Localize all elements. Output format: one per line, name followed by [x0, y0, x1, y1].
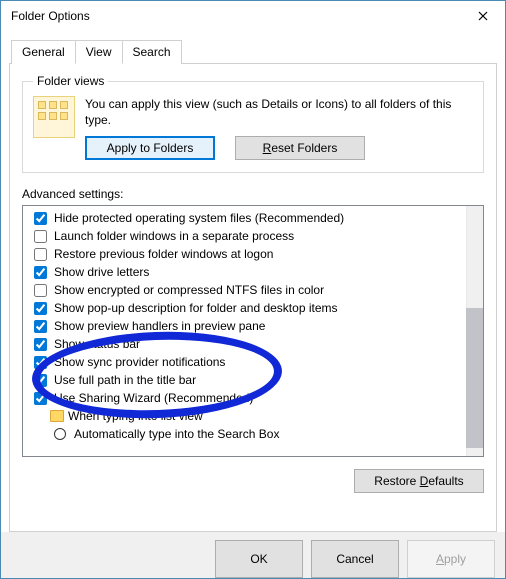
titlebar: Folder Options	[1, 1, 505, 31]
adv-checkbox-6[interactable]	[34, 320, 47, 333]
adv-item-5[interactable]: Show pop-up description for folder and d…	[34, 299, 482, 317]
adv-group-label: When typing into list view	[68, 409, 203, 423]
adv-label-6: Show preview handlers in preview pane	[54, 319, 265, 333]
tab-panel-view: Folder views You can apply this view (su…	[9, 63, 497, 532]
cancel-button[interactable]: Cancel	[311, 540, 399, 578]
apply-button[interactable]: Apply	[407, 540, 495, 578]
adv-label-4: Show encrypted or compressed NTFS files …	[54, 283, 324, 297]
adv-checkbox-7[interactable]	[34, 338, 47, 351]
adv-checkbox-10[interactable]	[34, 392, 47, 405]
adv-label-1: Launch folder windows in a separate proc…	[54, 229, 294, 243]
adv-checkbox-8[interactable]	[34, 356, 47, 369]
folder-views-legend: Folder views	[33, 74, 108, 88]
adv-checkbox-5[interactable]	[34, 302, 47, 315]
radio-icon[interactable]	[54, 428, 66, 440]
adv-radio-label: Automatically type into the Search Box	[74, 427, 279, 441]
tab-search[interactable]: Search	[122, 40, 182, 64]
adv-group-when-typing: When typing into list view	[34, 407, 482, 425]
adv-item-7[interactable]: Show status bar	[34, 335, 482, 353]
restore-defaults-button[interactable]: Restore Defaults	[354, 469, 484, 493]
adv-radio-row[interactable]: Automatically type into the Search Box	[34, 425, 482, 443]
reset-folders-button[interactable]: Reset Folders	[235, 136, 365, 160]
adv-item-6[interactable]: Show preview handlers in preview pane	[34, 317, 482, 335]
adv-label-5: Show pop-up description for folder and d…	[54, 301, 338, 315]
adv-checkbox-4[interactable]	[34, 284, 47, 297]
adv-label-2: Restore previous folder windows at logon	[54, 247, 273, 261]
adv-label-3: Show drive letters	[54, 265, 149, 279]
folder-icon	[50, 410, 64, 422]
adv-checkbox-2[interactable]	[34, 248, 47, 261]
adv-label-7: Show status bar	[54, 337, 140, 351]
close-icon	[478, 11, 488, 21]
tab-view[interactable]: View	[75, 40, 123, 64]
folder-views-desc: You can apply this view (such as Details…	[85, 96, 473, 128]
folder-options-window: Folder Options General View Search Folde…	[0, 0, 506, 579]
adv-checkbox-9[interactable]	[34, 374, 47, 387]
adv-checkbox-0[interactable]	[34, 212, 47, 225]
adv-item-10[interactable]: Use Sharing Wizard (Recommended)	[34, 389, 482, 407]
adv-checkbox-3[interactable]	[34, 266, 47, 279]
ok-button[interactable]: OK	[215, 540, 303, 578]
tab-strip: General View Search	[9, 40, 497, 64]
adv-item-4[interactable]: Show encrypted or compressed NTFS files …	[34, 281, 482, 299]
dialog-body: General View Search Folder views You can…	[1, 31, 505, 532]
adv-item-1[interactable]: Launch folder windows in a separate proc…	[34, 227, 482, 245]
adv-label-9: Use full path in the title bar	[54, 373, 196, 387]
adv-item-2[interactable]: Restore previous folder windows at logon	[34, 245, 482, 263]
adv-item-0[interactable]: Hide protected operating system files (R…	[34, 209, 482, 227]
adv-label-0: Hide protected operating system files (R…	[54, 211, 344, 225]
tab-general[interactable]: General	[11, 40, 76, 64]
adv-label-8: Show sync provider notifications	[54, 355, 225, 369]
adv-item-8[interactable]: Show sync provider notifications	[34, 353, 482, 371]
close-button[interactable]	[460, 1, 505, 31]
adv-item-3[interactable]: Show drive letters	[34, 263, 482, 281]
window-title: Folder Options	[1, 9, 460, 23]
scrollbar-thumb[interactable]	[466, 308, 483, 448]
dialog-footer: OK Cancel Apply	[1, 532, 505, 578]
folder-views-group: Folder views You can apply this view (su…	[22, 74, 484, 173]
adv-item-9[interactable]: Use full path in the title bar	[34, 371, 482, 389]
advanced-settings-label: Advanced settings:	[22, 187, 484, 201]
scrollbar-track[interactable]	[466, 206, 483, 456]
folder-views-icon	[33, 96, 75, 138]
adv-label-10: Use Sharing Wizard (Recommended)	[54, 391, 253, 405]
advanced-settings-list: Hide protected operating system files (R…	[22, 205, 484, 457]
adv-checkbox-1[interactable]	[34, 230, 47, 243]
apply-to-folders-button[interactable]: Apply to Folders	[85, 136, 215, 160]
